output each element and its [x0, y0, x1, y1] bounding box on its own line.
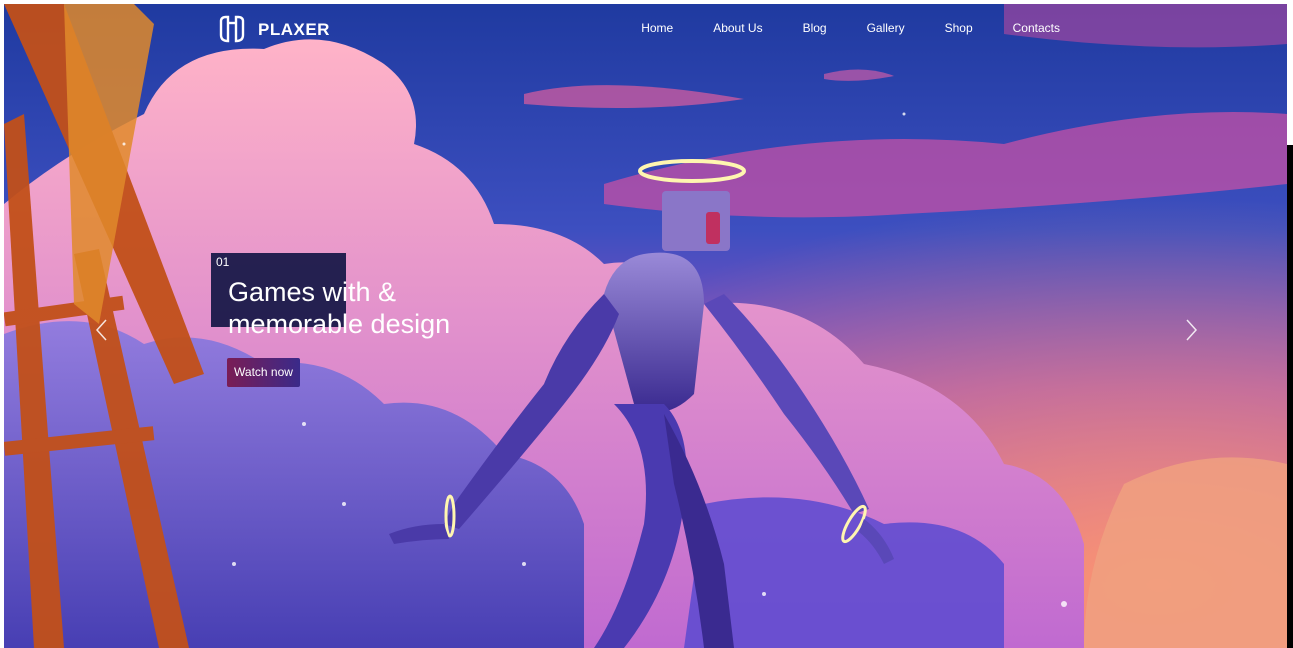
site-header: PLAXER Home About Us Blog Gallery Shop C… — [4, 4, 1287, 54]
nav-item-blog[interactable]: Blog — [803, 21, 827, 35]
window-edge — [1287, 145, 1293, 648]
brand-name: PLAXER — [258, 20, 330, 39]
slide-title-line-1: Games with & — [228, 277, 397, 307]
nav-item-home[interactable]: Home — [641, 21, 673, 35]
chevron-left-icon — [95, 319, 107, 341]
slide-title-line-2: memorable design — [228, 309, 451, 339]
nav-item-gallery[interactable]: Gallery — [867, 21, 905, 35]
slide-title: Games with & memorable design — [228, 276, 528, 340]
logo-icon — [219, 15, 245, 43]
nav-item-about-us[interactable]: About Us — [713, 21, 762, 35]
slider-prev-button[interactable] — [92, 316, 112, 344]
watch-now-button[interactable]: Watch now — [227, 358, 300, 387]
nav-item-contacts[interactable]: Contacts — [1013, 21, 1060, 35]
slide-number: 01 — [216, 255, 230, 269]
hero-section: PLAXER Home About Us Blog Gallery Shop C… — [4, 4, 1287, 648]
brand-logo[interactable]: PLAXER — [216, 15, 330, 45]
slider-next-button[interactable] — [1181, 316, 1201, 344]
hero-background-image — [4, 4, 1287, 648]
main-nav: Home About Us Blog Gallery Shop Contacts — [641, 21, 1060, 35]
nav-item-shop[interactable]: Shop — [945, 21, 973, 35]
chevron-right-icon — [1186, 319, 1198, 341]
